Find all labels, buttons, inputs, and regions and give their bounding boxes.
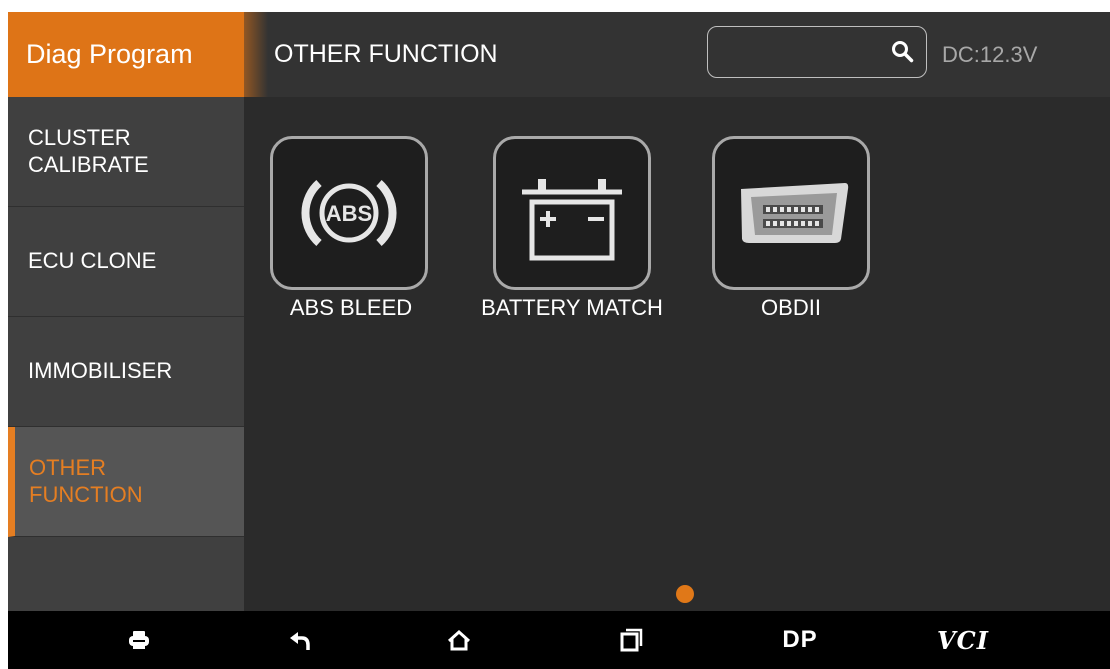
print-button[interactable]	[99, 611, 179, 669]
search-input[interactable]	[707, 26, 927, 78]
tile-label: OBDII	[761, 295, 821, 320]
brand-divider	[244, 12, 268, 97]
app-brand-title[interactable]: Diag Program	[8, 12, 244, 97]
abs-tile-frame[interactable]: ABS	[270, 136, 428, 290]
obd-tile-frame[interactable]	[712, 136, 870, 290]
recent-apps-icon	[620, 628, 643, 652]
page-indicator-dot[interactable]	[676, 585, 694, 603]
function-tile-battery-match[interactable]: BATTERY MATCH	[462, 136, 682, 336]
battery-icon	[522, 179, 622, 261]
printer-icon	[129, 631, 149, 649]
header-bar: Diag Program OTHER FUNCTION DC:12.3V	[8, 12, 1110, 97]
abs-icon: ABS	[301, 180, 397, 246]
home-button[interactable]	[419, 611, 499, 669]
home-icon	[447, 629, 471, 651]
recent-apps-button[interactable]	[591, 611, 671, 669]
svg-text:ABS: ABS	[326, 201, 372, 226]
sidebar-item-other-function[interactable]: OTHER FUNCTION	[8, 427, 244, 537]
sidebar-item-ecu-clone[interactable]: ECU CLONE	[8, 207, 244, 317]
battery-voltage-readout: DC:12.3V	[942, 41, 1038, 67]
tile-label: BATTERY MATCH	[481, 295, 663, 320]
battery-tile-frame[interactable]	[493, 136, 651, 290]
app-screen: Diag Program OTHER FUNCTION DC:12.3V CLU…	[8, 12, 1110, 669]
obd-connector-icon	[741, 183, 849, 243]
search-icon[interactable]	[890, 39, 914, 63]
category-sidebar: CLUSTER CALIBRATE ECU CLONE IMMOBILISER …	[8, 97, 244, 611]
back-icon	[290, 632, 310, 650]
dp-button[interactable]: DP	[760, 611, 840, 669]
tile-label: ABS BLEED	[289, 295, 413, 320]
sidebar-item-cluster-calibrate[interactable]: CLUSTER CALIBRATE	[8, 97, 244, 207]
back-button[interactable]	[260, 611, 340, 669]
function-tile-abs-bleed[interactable]: ABS ABS BLEED	[244, 136, 464, 336]
vci-button[interactable]: VCI	[923, 611, 1003, 669]
sidebar-item-immobiliser[interactable]: IMMOBILISER	[8, 317, 244, 427]
function-grid: ABS ABS BLEED BATTERY MATCH OBDII	[244, 97, 1110, 611]
function-tile-obdii[interactable]: OBDII	[687, 136, 907, 336]
system-navigation-bar: DP VCI	[8, 611, 1110, 669]
page-title: OTHER FUNCTION	[274, 40, 498, 68]
